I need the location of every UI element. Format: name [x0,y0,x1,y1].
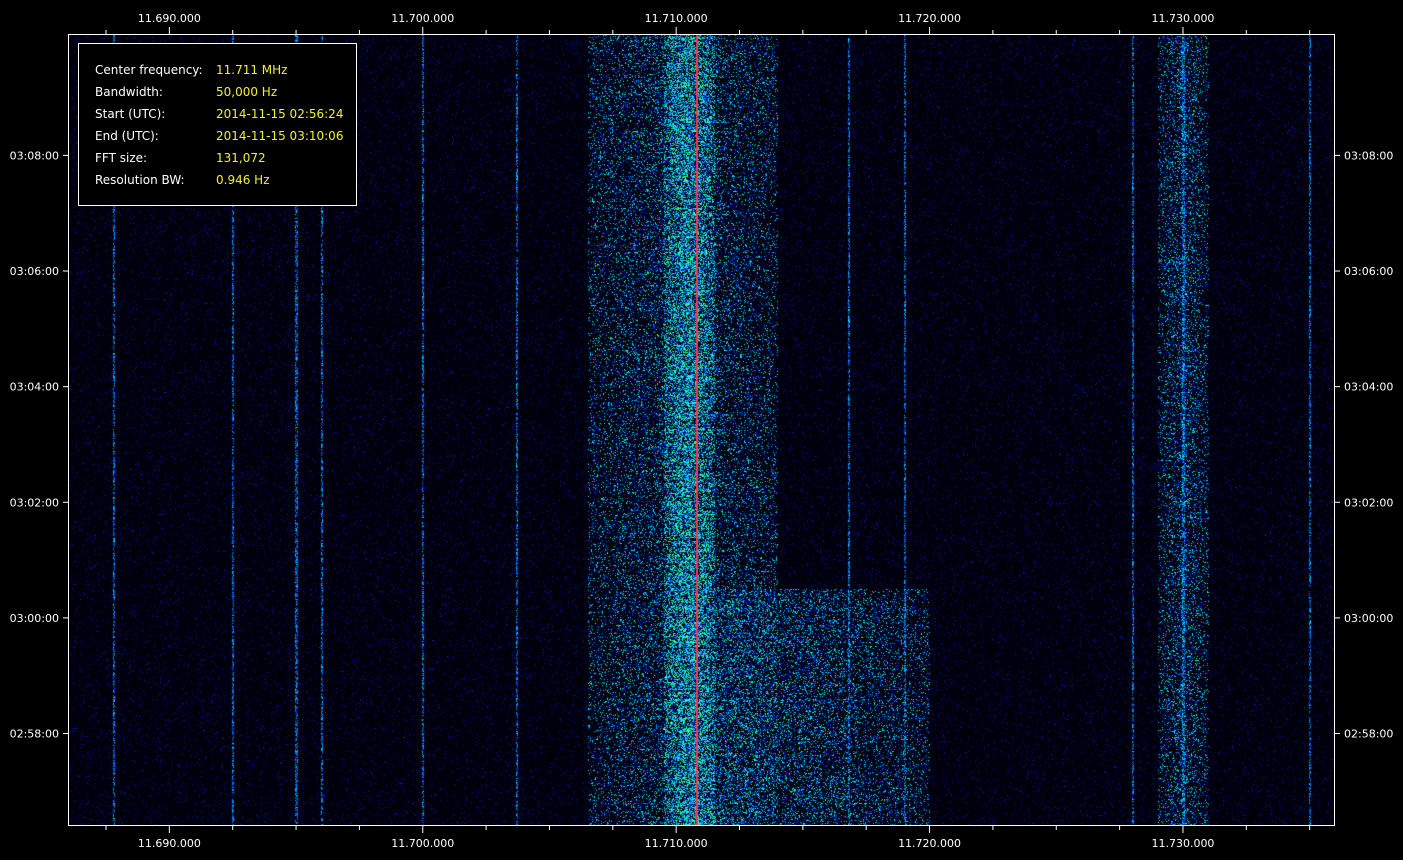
y-tick-label-left: 03:06:00 [10,265,59,278]
y-tick-label-right: 02:58:00 [1344,728,1393,741]
x-tick-label-top: 11.700.000 [391,12,454,25]
x-tick-label-bottom: 11.700.000 [391,837,454,850]
info-row-bandwidth: Bandwidth: 50,000 Hz [95,81,356,103]
info-label: Start (UTC): [95,107,166,121]
info-row-end: End (UTC): 2014-11-15 03:10:06 [95,125,356,147]
info-label: Resolution BW: [95,173,185,187]
info-label: FFT size: [95,151,148,165]
info-row-start: Start (UTC): 2014-11-15 02:56:24 [95,103,356,125]
x-tick-label-top: 11.720.000 [898,12,961,25]
info-value: 131,072 [216,151,266,165]
info-value: 2014-11-15 03:10:06 [216,129,344,143]
y-tick-label-left: 03:00:00 [10,612,59,625]
y-tick-label-right: 03:08:00 [1344,149,1393,162]
x-tick-label-bottom: 11.730.000 [1151,837,1214,850]
info-value: 11.711 MHz [216,63,288,77]
info-label: End (UTC): [95,129,159,143]
info-row-resolution-bw: Resolution BW: 0.946 Hz [95,169,356,191]
x-tick-label-top: 11.690.000 [138,12,201,25]
x-tick-label-bottom: 11.720.000 [898,837,961,850]
info-row-fft-size: FFT size: 131,072 [95,147,356,169]
info-label: Center frequency: [95,63,203,77]
y-tick-label-right: 03:06:00 [1344,265,1393,278]
info-label: Bandwidth: [95,85,163,99]
y-tick-label-left: 03:02:00 [10,496,59,509]
info-row-center-frequency: Center frequency: 11.711 MHz [95,59,356,81]
x-tick-label-bottom: 11.710.000 [645,837,708,850]
y-tick-label-right: 03:04:00 [1344,381,1393,394]
x-tick-label-bottom: 11.690.000 [138,837,201,850]
x-tick-label-top: 11.710.000 [645,12,708,25]
y-tick-label-right: 03:02:00 [1344,496,1393,509]
info-panel: Center frequency: 11.711 MHz Bandwidth: … [78,43,357,206]
y-tick-label-right: 03:00:00 [1344,612,1393,625]
info-value: 0.946 Hz [216,173,270,187]
x-tick-label-top: 11.730.000 [1151,12,1214,25]
y-tick-label-left: 03:08:00 [10,149,59,162]
info-value: 2014-11-15 02:56:24 [216,107,344,121]
y-tick-label-left: 03:04:00 [10,381,59,394]
y-tick-label-left: 02:58:00 [10,728,59,741]
info-value: 50,000 Hz [216,85,278,99]
